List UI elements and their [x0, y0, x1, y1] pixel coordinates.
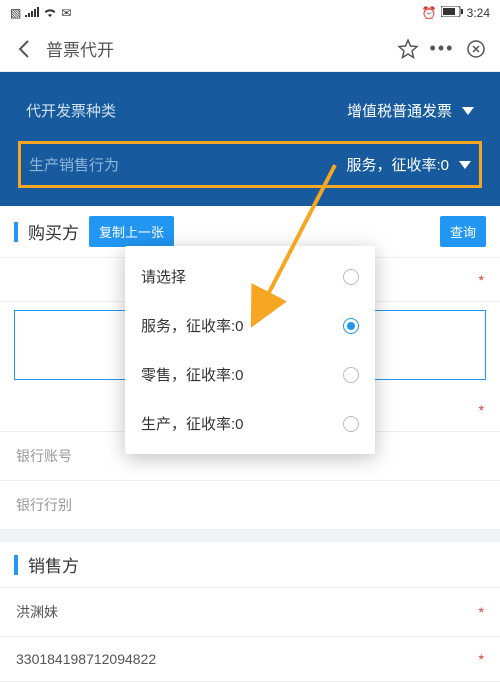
- option-label: 零售，征收率:0: [141, 364, 244, 385]
- page-title: 普票代开: [46, 36, 114, 61]
- seller-section: 销售方 洪渊妹 * 330184198712094822 *: [0, 542, 500, 682]
- radio-icon: [343, 367, 359, 383]
- radio-icon: [343, 318, 359, 334]
- option-label: 请选择: [141, 266, 186, 287]
- seller-name-field[interactable]: 洪渊妹 *: [0, 588, 500, 637]
- required-mark: *: [479, 272, 484, 288]
- invoice-type-label: 代开发票种类: [26, 100, 116, 121]
- sales-behavior-value: 服务，征收率:0: [346, 154, 449, 175]
- seller-name: 洪渊妹: [16, 602, 58, 622]
- copy-prev-button[interactable]: 复制上一张: [89, 216, 174, 247]
- bank-account-label: 银行账号: [16, 446, 72, 466]
- wifi-icon: [43, 6, 57, 20]
- section-accent: [14, 222, 18, 242]
- option-retail[interactable]: 零售，征收率:0: [125, 350, 375, 399]
- chevron-down-icon: [459, 161, 471, 169]
- radio-icon: [343, 416, 359, 432]
- seller-number-field[interactable]: 330184198712094822 *: [0, 637, 500, 682]
- query-button[interactable]: 查询: [440, 216, 486, 247]
- alarm-icon: ⏰: [422, 6, 437, 20]
- section-accent: [14, 555, 18, 575]
- form-banner: 代开发票种类 增值税普通发票 生产销售行为 服务，征收率:0: [0, 72, 500, 206]
- status-bar: ▧ ✉ ⏰ 3:24: [0, 0, 500, 26]
- wechat-icon: ✉: [61, 6, 71, 20]
- more-icon[interactable]: •••: [430, 37, 454, 61]
- option-service[interactable]: 服务，征收率:0: [125, 301, 375, 350]
- hd-icon: ▧: [10, 6, 21, 20]
- star-icon[interactable]: [396, 37, 420, 61]
- close-icon[interactable]: [464, 37, 488, 61]
- seller-number: 330184198712094822: [16, 651, 156, 667]
- sales-behavior-row[interactable]: 生产销售行为 服务，征收率:0: [18, 141, 482, 188]
- signal-icon: [25, 6, 39, 20]
- buyer-title: 购买方: [28, 219, 79, 244]
- option-label: 生产，征收率:0: [141, 413, 244, 434]
- sales-behavior-label: 生产销售行为: [29, 154, 119, 175]
- nav-bar: 普票代开 •••: [0, 26, 500, 72]
- radio-icon: [343, 269, 359, 285]
- bank-branch-label: 银行行别: [16, 495, 72, 515]
- select-modal: 请选择 服务，征收率:0 零售，征收率:0 生产，征收率:0: [125, 246, 375, 454]
- seller-title: 销售方: [28, 552, 79, 577]
- back-icon[interactable]: [12, 37, 36, 61]
- option-production[interactable]: 生产，征收率:0: [125, 399, 375, 448]
- option-label: 服务，征收率:0: [141, 315, 244, 336]
- invoice-type-value: 增值税普通发票: [347, 100, 452, 121]
- bank-branch-field[interactable]: 银行行别: [0, 481, 500, 530]
- required-mark: *: [479, 402, 484, 418]
- invoice-type-row[interactable]: 代开发票种类 增值税普通发票: [18, 88, 482, 133]
- chevron-down-icon: [462, 107, 474, 115]
- battery-icon: [441, 6, 463, 20]
- option-placeholder[interactable]: 请选择: [125, 252, 375, 301]
- status-time: 3:24: [467, 6, 490, 20]
- required-mark: *: [479, 604, 484, 620]
- required-mark: *: [479, 651, 484, 667]
